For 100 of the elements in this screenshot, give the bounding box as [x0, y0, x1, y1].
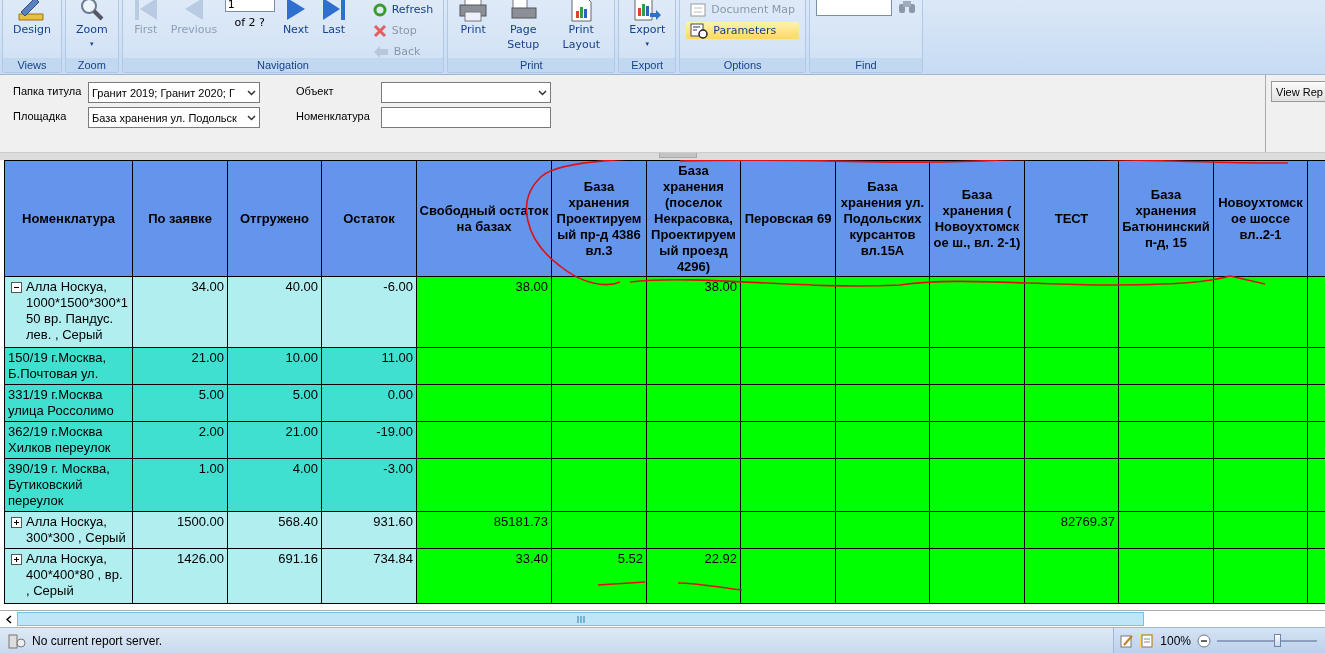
- ribbon-group-label: Print: [448, 58, 615, 72]
- ribbon-group-label: Find: [809, 58, 922, 72]
- column-header: По заявке: [132, 160, 228, 277]
- find-field[interactable]: [815, 0, 892, 16]
- find-binoculars-icon[interactable]: [897, 0, 916, 14]
- column-header: Новоухтомское шоссе вл..2-1: [1213, 160, 1308, 277]
- parameter-label: Площадка: [13, 109, 68, 124]
- parameter-input-field[interactable]: [381, 107, 551, 128]
- column-header: Остаток: [321, 160, 417, 277]
- chevron-icon: [247, 89, 256, 96]
- collapse-toggle-icon[interactable]: [11, 282, 22, 293]
- ribbon-button[interactable]: Parameters: [686, 22, 799, 39]
- column-header: База хранения ул. Подольских курсантов вл.15А: [835, 160, 930, 277]
- page-number-field[interactable]: 1: [224, 0, 275, 12]
- hand-drawn-line: [677, 582, 743, 591]
- zoom-slider[interactable]: [1217, 633, 1317, 648]
- expand-toggle-icon[interactable]: [11, 554, 22, 565]
- page-edit-icon[interactable]: [1120, 633, 1135, 648]
- document-list-icon: [690, 2, 707, 17]
- value-cell: 5.52: [551, 548, 647, 604]
- page-layout-icon[interactable]: [1140, 633, 1155, 648]
- refresh-icon: [372, 2, 387, 17]
- column-header: Перовская 69: [740, 160, 836, 277]
- zoom-slider-thumb[interactable]: [1274, 633, 1281, 647]
- value-cell: 38.00: [416, 276, 552, 348]
- value-cell: -6.00: [321, 276, 417, 348]
- value-cell: 38.00: [646, 276, 741, 348]
- page-chart-icon: [568, 0, 595, 22]
- value-cell: 10.00: [227, 347, 322, 385]
- value-cell: 1426.00: [132, 548, 228, 604]
- value-cell: 82769.37: [1024, 511, 1119, 549]
- server-icon: [8, 632, 26, 649]
- parameter-label: Объект: [296, 84, 335, 99]
- column-header: Номенклатура: [4, 160, 133, 277]
- ribbon-group-label: Export: [619, 58, 676, 72]
- column-header: База хранения Проектируемый пр-д 4386 вл.3: [551, 160, 647, 277]
- page-count: of 2 ?: [234, 16, 265, 29]
- row-name-cell: Алла Носкуа, 400*400*80 , вр. , Серый: [4, 548, 133, 604]
- value-cell: 4.00: [227, 458, 322, 512]
- ribbon-button[interactable]: Refresh: [368, 1, 438, 18]
- value-cell: 734.84: [321, 548, 417, 604]
- value-cell: 1.00: [132, 458, 228, 512]
- column-header: База хранения (поселок Некрасовка, Проектируемый проезд 4296): [646, 160, 741, 277]
- column-header: Отгружено: [227, 160, 322, 277]
- printer-icon: [458, 0, 489, 22]
- value-cell: 85181.73: [416, 511, 552, 549]
- expand-toggle-icon[interactable]: [11, 517, 22, 528]
- ribbon-button[interactable]: Design: [9, 0, 55, 37]
- row-name-cell: 390/19 г. Москва, Бутиковский переулок: [4, 458, 133, 512]
- ribbon-group-label: Views: [3, 58, 61, 72]
- chevron-icon: [538, 89, 547, 96]
- row-name-cell: 331/19 г.Москва улица Россолимо: [4, 384, 133, 422]
- page-chart-arrow-icon: [632, 0, 663, 22]
- zoom-level: 100%: [1160, 633, 1191, 648]
- row-name-cell: 362/19 г.Москва Хилков переулок: [4, 421, 133, 459]
- value-cell: 0.00: [321, 384, 417, 422]
- value-cell: -3.00: [321, 458, 417, 512]
- parameter-label: Папка титула: [13, 84, 83, 99]
- value-cell: 691.16: [227, 548, 322, 604]
- printer-page-icon: [508, 0, 539, 22]
- status-text: No current report server.: [32, 633, 163, 648]
- view-report-button[interactable]: View Rep: [1271, 81, 1325, 102]
- splitter-bar[interactable]: [0, 153, 1325, 161]
- ribbon-group-label: Zoom: [66, 58, 118, 72]
- chevron-icon: [247, 114, 256, 121]
- parameter-dropdown[interactable]: [381, 82, 551, 103]
- ribbon-button[interactable]: Print Layout: [554, 0, 609, 52]
- value-cell: 1500.00: [132, 511, 228, 549]
- ribbon-button[interactable]: Print: [454, 0, 493, 37]
- ribbon-group-label: Options: [680, 58, 805, 72]
- parameter-dropdown[interactable]: Гранит 2019; Гранит 2020; Г: [88, 82, 260, 103]
- value-cell: 5.00: [227, 384, 322, 422]
- ribbon-group-label: Navigation: [122, 58, 444, 72]
- value-cell: 40.00: [227, 276, 322, 348]
- row-name-cell: 150/19 г.Москва, Б.Почтовая ул.: [4, 347, 133, 385]
- ribbon-button[interactable]: Last: [316, 0, 351, 37]
- ribbon-button[interactable]: Next: [278, 0, 313, 37]
- ruler-pencil-icon: [17, 0, 47, 22]
- value-cell: 5.00: [132, 384, 228, 422]
- column-header: База хранения ( Новоухтомское ш., вл. 2-1): [929, 160, 1025, 277]
- row-name-cell: Алла Носкуа, 300*300 , Серый: [4, 511, 133, 549]
- column-header: База хранения Батюнинский п-д, 15: [1118, 160, 1214, 277]
- parameter-dropdown[interactable]: База хранения ул. Подольск: [88, 107, 260, 128]
- value-cell: 2.00: [132, 421, 228, 459]
- hand-drawn-line: [597, 581, 646, 586]
- value-cell: -19.00: [321, 421, 417, 459]
- back-arrow-icon: [372, 44, 389, 58]
- ribbon-button[interactable]: Page Setup: [496, 0, 551, 52]
- value-cell: 931.60: [321, 511, 417, 549]
- value-cell: 22.92: [646, 548, 741, 604]
- scrollbar-thumb[interactable]: [17, 612, 1144, 626]
- value-cell: 11.00: [321, 347, 417, 385]
- row-name-cell: Алла Носкуа, 1000*1500*300*150 вр. Пандус. лев. , Серый: [4, 276, 133, 348]
- stop-icon: [372, 23, 387, 38]
- value-cell: 34.00: [132, 276, 228, 348]
- form-at-sign-icon: [690, 22, 709, 39]
- value-cell: 21.00: [227, 421, 322, 459]
- zoom-out-icon[interactable]: [1197, 633, 1211, 648]
- value-cell: 33.40: [416, 548, 552, 604]
- value-cell: 568.40: [227, 511, 322, 549]
